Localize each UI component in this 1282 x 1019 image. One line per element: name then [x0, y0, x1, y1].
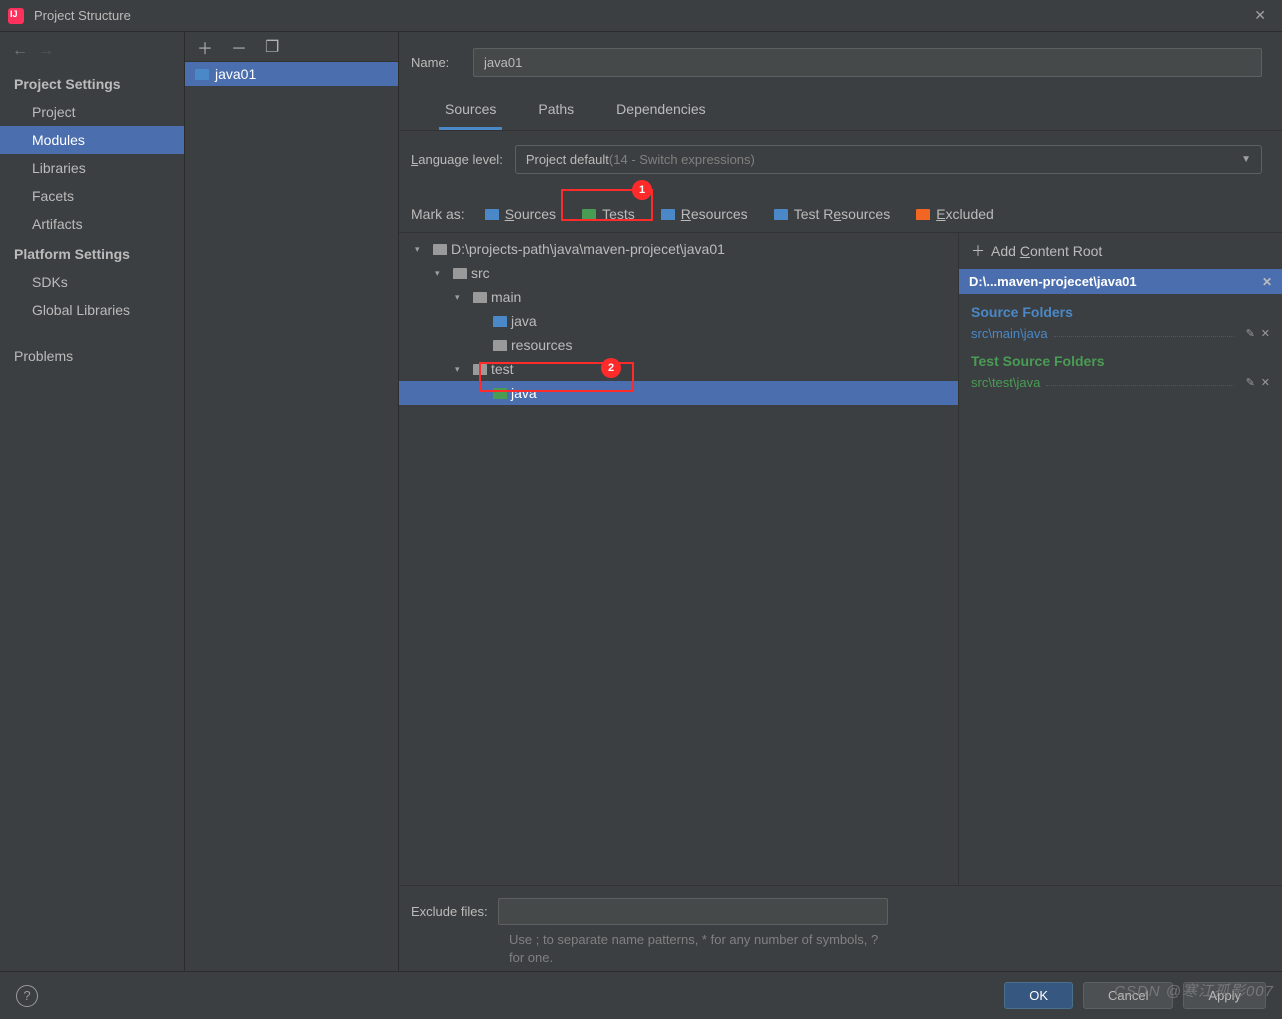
content-root-panel: ＋ Add Content Root D:\...maven-projecet\…	[958, 232, 1282, 885]
language-level-select[interactable]: Project default (14 - Switch expressions…	[515, 145, 1262, 174]
test-source-folders-title: Test Source Folders	[959, 343, 1282, 373]
folder-icon	[493, 340, 507, 351]
tree-caret-icon[interactable]: ▾	[435, 268, 449, 279]
mark-tests-button[interactable]: Tests	[576, 204, 641, 224]
sidebar-item-global-libraries[interactable]: Global Libraries	[0, 296, 184, 324]
section-project-settings: Project Settings	[0, 68, 184, 98]
module-folder-icon	[195, 69, 209, 80]
folder-icon	[916, 209, 930, 220]
close-icon[interactable]: ✕	[1246, 3, 1274, 28]
window-title: Project Structure	[34, 8, 1246, 23]
settings-sidebar: ← → Project Settings Project Modules Lib…	[0, 32, 185, 971]
exclude-files-label: Exclude files:	[411, 904, 488, 919]
mark-test-resources-button[interactable]: Test Resources	[768, 204, 897, 224]
tab-dependencies[interactable]: Dependencies	[610, 93, 712, 130]
mark-as-label: Mark as:	[411, 206, 465, 222]
sidebar-item-sdks[interactable]: SDKs	[0, 268, 184, 296]
folder-icon	[493, 316, 507, 327]
tree-node-label: java	[511, 385, 537, 401]
module-list-panel: ＋ － ❐ java01	[185, 32, 399, 971]
folder-icon	[661, 209, 675, 220]
nav-back-icon[interactable]: ←	[12, 42, 28, 60]
section-platform-settings: Platform Settings	[0, 238, 184, 268]
nav-fwd-icon[interactable]: →	[38, 42, 54, 60]
tree-node[interactable]: java	[399, 309, 958, 333]
remove-icon[interactable]: ✕	[1261, 376, 1270, 389]
tree-node-label: main	[491, 289, 521, 305]
language-level-label: Language level:	[411, 152, 503, 167]
add-content-root-button[interactable]: ＋ Add Content Root	[959, 233, 1282, 269]
folder-icon	[473, 364, 487, 375]
edit-icon[interactable]: ✎	[1246, 327, 1255, 340]
folder-icon	[493, 388, 507, 399]
tree-node-label: src	[471, 265, 490, 281]
mark-excluded-button[interactable]: Excluded	[910, 204, 1000, 224]
remove-content-root-icon[interactable]: ✕	[1262, 275, 1272, 289]
folder-icon	[774, 209, 788, 220]
remove-module-icon[interactable]: －	[231, 35, 247, 59]
tree-node-label: D:\projects-path\java\maven-projecet\jav…	[451, 241, 725, 257]
tree-node[interactable]: java	[399, 381, 958, 405]
source-tree: ▾ D:\projects-path\java\maven-projecet\j…	[399, 232, 958, 885]
chevron-down-icon: ▼	[1241, 154, 1251, 165]
dialog-footer: ? OK Cancel Apply	[0, 971, 1282, 1019]
copy-module-icon[interactable]: ❐	[265, 37, 279, 57]
exclude-files-input[interactable]	[498, 898, 888, 925]
module-name-input[interactable]	[473, 48, 1262, 77]
watermark: CSDN @寒江孤影007	[1114, 980, 1274, 1001]
source-folder-item[interactable]: src\main\java ✎ ✕	[959, 324, 1282, 343]
mark-resources-button[interactable]: Resources	[655, 204, 754, 224]
module-detail-panel: Name: Sources Paths Dependencies Languag…	[399, 32, 1282, 971]
tree-caret-icon[interactable]: ▾	[415, 244, 429, 255]
sidebar-item-problems[interactable]: Problems	[0, 342, 184, 370]
sidebar-item-modules[interactable]: Modules	[0, 126, 184, 154]
tree-node[interactable]: ▾ src	[399, 261, 958, 285]
name-label: Name:	[411, 55, 461, 70]
folder-icon	[485, 209, 499, 220]
tree-node-label: test	[491, 361, 514, 377]
sidebar-item-facets[interactable]: Facets	[0, 182, 184, 210]
exclude-files-hint: Use ; to separate name patterns, * for a…	[411, 925, 891, 967]
module-entry[interactable]: java01	[185, 62, 398, 86]
content-root-path[interactable]: D:\...maven-projecet\java01 ✕	[959, 269, 1282, 294]
tree-caret-icon[interactable]: ▾	[455, 364, 469, 375]
folder-icon	[473, 292, 487, 303]
module-name: java01	[215, 66, 256, 82]
app-logo-icon	[8, 8, 24, 24]
tree-node-label: java	[511, 313, 537, 329]
tree-node[interactable]: ▾ main	[399, 285, 958, 309]
tree-caret-icon[interactable]: ▾	[455, 292, 469, 303]
language-level-hint: (14 - Switch expressions)	[609, 152, 755, 167]
tab-sources[interactable]: Sources	[439, 93, 502, 130]
mark-sources-button[interactable]: Sources	[479, 204, 562, 224]
sidebar-item-artifacts[interactable]: Artifacts	[0, 210, 184, 238]
edit-icon[interactable]: ✎	[1246, 376, 1255, 389]
tree-node-label: resources	[511, 337, 572, 353]
folder-icon	[433, 244, 447, 255]
tree-node[interactable]: ▾ test	[399, 357, 958, 381]
tab-paths[interactable]: Paths	[532, 93, 580, 130]
sidebar-item-project[interactable]: Project	[0, 98, 184, 126]
title-bar: Project Structure ✕	[0, 0, 1282, 32]
ok-button[interactable]: OK	[1004, 982, 1073, 1009]
remove-icon[interactable]: ✕	[1261, 327, 1270, 340]
add-module-icon[interactable]: ＋	[197, 35, 213, 59]
help-icon[interactable]: ?	[16, 985, 38, 1007]
folder-icon	[453, 268, 467, 279]
source-folders-title: Source Folders	[959, 294, 1282, 324]
test-source-folder-item[interactable]: src\test\java ✎ ✕	[959, 373, 1282, 392]
language-level-value: Project default	[526, 152, 609, 167]
sidebar-item-libraries[interactable]: Libraries	[0, 154, 184, 182]
tree-node[interactable]: ▾ D:\projects-path\java\maven-projecet\j…	[399, 237, 958, 261]
tree-node[interactable]: resources	[399, 333, 958, 357]
folder-icon	[582, 209, 596, 220]
